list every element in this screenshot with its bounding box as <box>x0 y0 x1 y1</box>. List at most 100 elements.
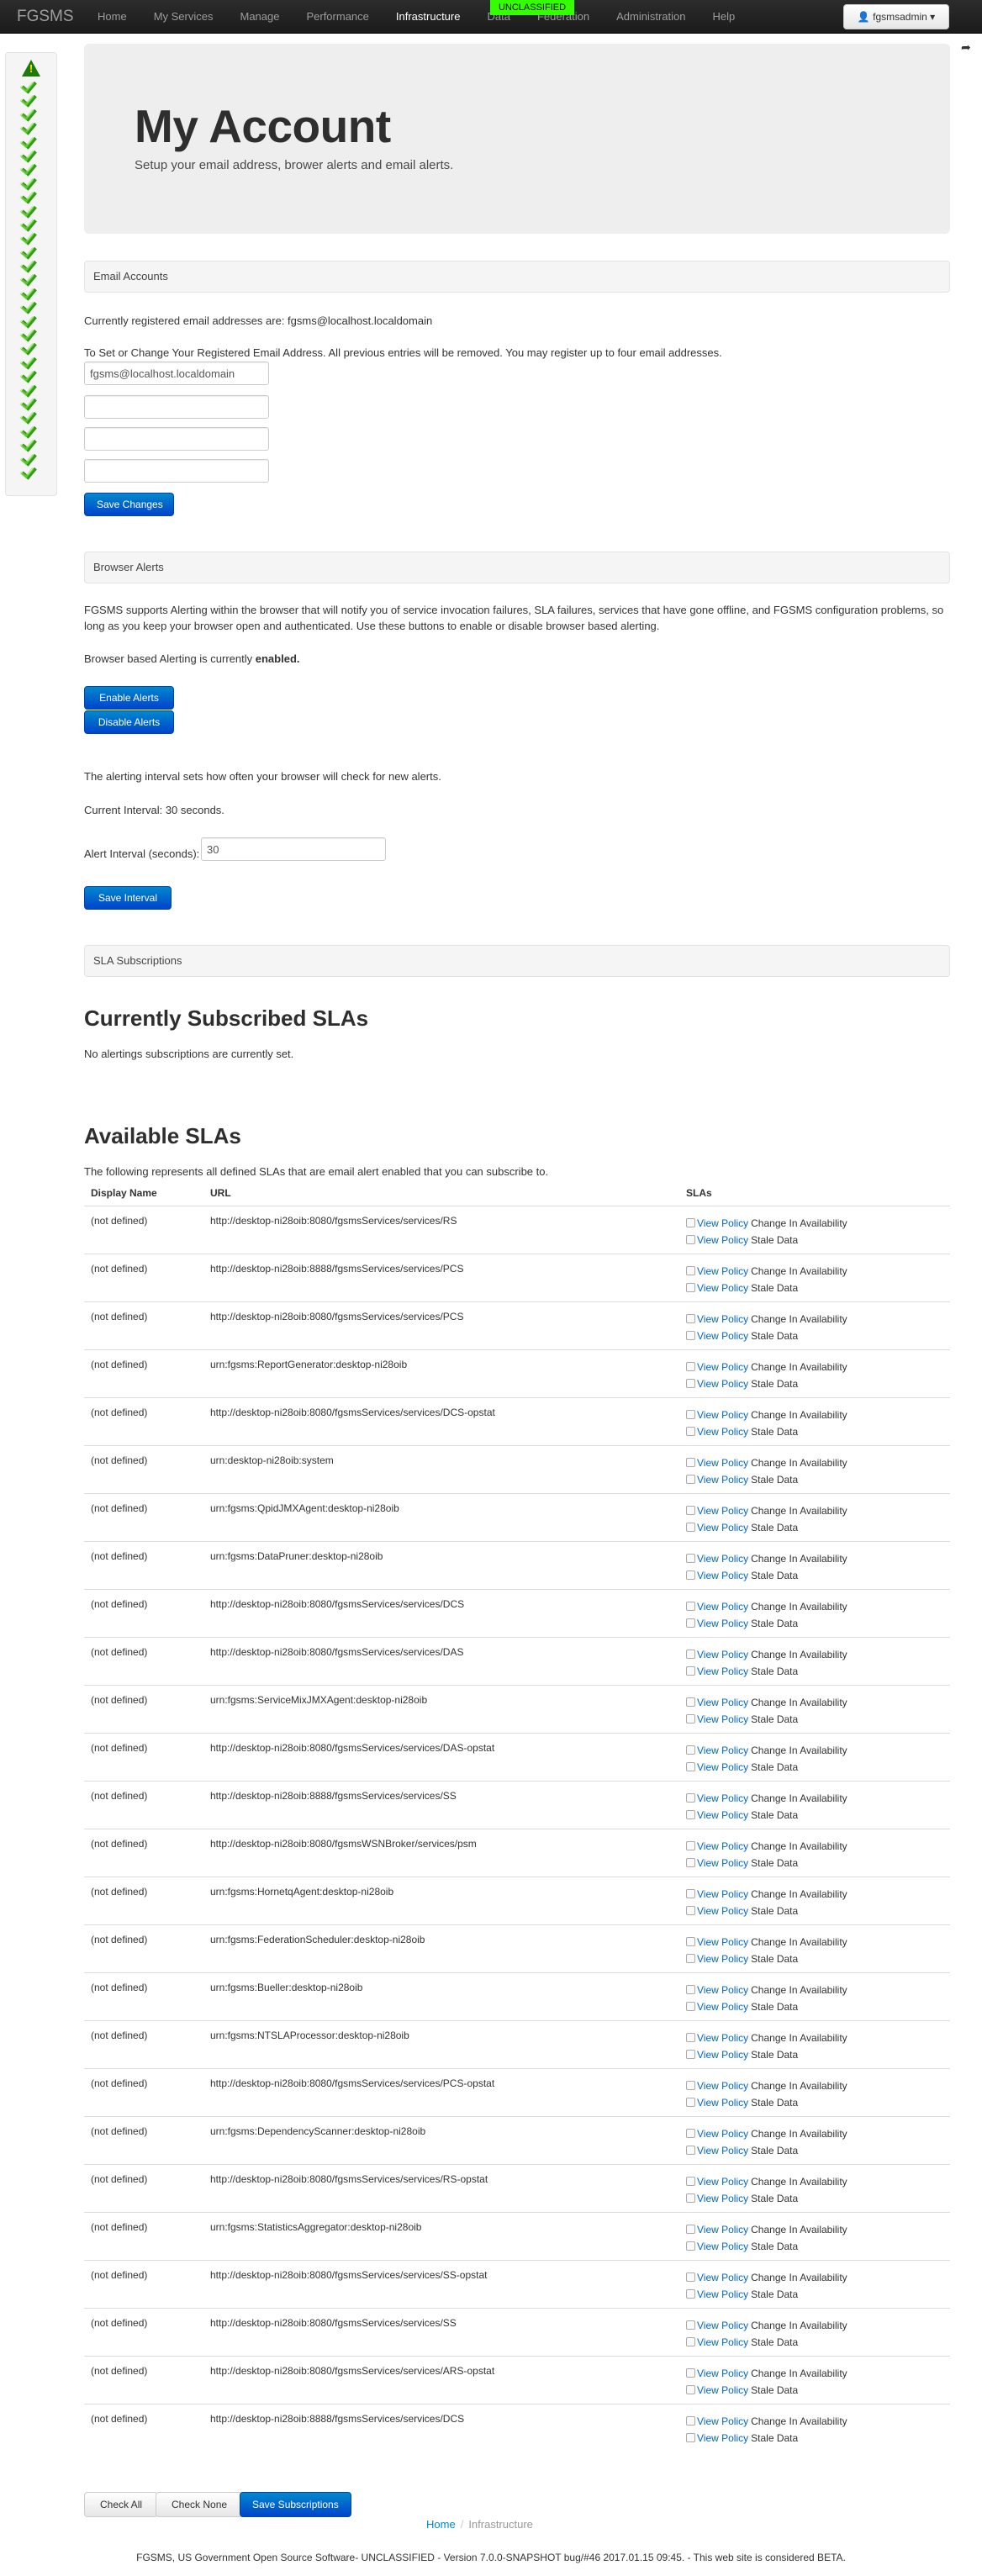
check-icon[interactable] <box>21 354 41 367</box>
nav-item-my-services[interactable]: My Services <box>140 0 227 34</box>
sla-checkbox[interactable] <box>686 2289 695 2299</box>
sla-checkbox[interactable] <box>686 1218 695 1227</box>
view-policy-link[interactable]: View Policy <box>697 2125 748 2142</box>
sla-checkbox[interactable] <box>686 1570 695 1580</box>
sla-checkbox[interactable] <box>686 2416 695 2426</box>
view-policy-link[interactable]: View Policy <box>697 1742 748 1759</box>
check-icon[interactable] <box>21 382 41 395</box>
sla-checkbox[interactable] <box>686 2385 695 2394</box>
check-icon[interactable] <box>21 216 41 230</box>
sla-checkbox[interactable] <box>686 1458 695 1467</box>
sla-checkbox[interactable] <box>686 1954 695 1963</box>
view-policy-link[interactable]: View Policy <box>697 2190 748 2207</box>
check-icon[interactable] <box>21 298 41 312</box>
view-policy-link[interactable]: View Policy <box>697 1950 748 1967</box>
view-policy-link[interactable]: View Policy <box>697 1711 748 1728</box>
check-icon[interactable] <box>21 285 41 298</box>
sla-checkbox[interactable] <box>686 2368 695 2378</box>
sla-checkbox[interactable] <box>686 1362 695 1371</box>
nav-item-manage[interactable]: Manage <box>226 0 293 34</box>
view-policy-link[interactable]: View Policy <box>697 2317 748 2334</box>
nav-item-performance[interactable]: Performance <box>293 0 382 34</box>
view-policy-link[interactable]: View Policy <box>697 2030 748 2046</box>
sla-checkbox[interactable] <box>686 2433 695 2442</box>
email-field-4[interactable] <box>84 459 269 483</box>
check-icon[interactable] <box>21 244 41 257</box>
sla-checkbox[interactable] <box>686 2337 695 2346</box>
view-policy-link[interactable]: View Policy <box>697 1646 748 1663</box>
user-menu-button[interactable]: 👤 fgsmsadmin ▾ <box>843 4 949 29</box>
view-policy-link[interactable]: View Policy <box>697 1807 748 1824</box>
check-icon[interactable] <box>21 92 41 105</box>
check-icon[interactable] <box>21 271 41 284</box>
check-icon[interactable] <box>21 161 41 174</box>
check-none-button[interactable]: Check None <box>156 2492 244 2517</box>
check-icon[interactable] <box>21 367 41 381</box>
sla-checkbox[interactable] <box>686 1666 695 1676</box>
view-policy-link[interactable]: View Policy <box>697 1998 748 2015</box>
check-icon[interactable] <box>21 436 41 450</box>
check-icon[interactable] <box>21 451 41 464</box>
check-icon[interactable] <box>21 78 41 92</box>
view-policy-link[interactable]: View Policy <box>697 1886 748 1903</box>
sla-checkbox[interactable] <box>686 2050 695 2059</box>
share-icon[interactable]: ➦ <box>961 40 971 55</box>
view-policy-link[interactable]: View Policy <box>697 2430 748 2447</box>
check-icon[interactable] <box>21 395 41 409</box>
sla-checkbox[interactable] <box>686 1937 695 1946</box>
view-policy-link[interactable]: View Policy <box>697 1519 748 1536</box>
email-field-2[interactable] <box>84 395 269 419</box>
view-policy-link[interactable]: View Policy <box>697 1471 748 1488</box>
sla-checkbox[interactable] <box>686 2129 695 2138</box>
save-subscriptions-button[interactable]: Save Subscriptions <box>240 2492 351 2517</box>
check-icon[interactable] <box>21 203 41 216</box>
view-policy-link[interactable]: View Policy <box>697 2269 748 2286</box>
view-policy-link[interactable]: View Policy <box>697 2413 748 2430</box>
view-policy-link[interactable]: View Policy <box>697 1598 748 1615</box>
view-policy-link[interactable]: View Policy <box>697 1903 748 1919</box>
view-policy-link[interactable]: View Policy <box>697 2238 748 2255</box>
save-changes-button[interactable]: Save Changes <box>84 493 174 516</box>
view-policy-link[interactable]: View Policy <box>697 1454 748 1471</box>
view-policy-link[interactable]: View Policy <box>697 1359 748 1375</box>
check-icon[interactable] <box>21 188 41 202</box>
sla-checkbox[interactable] <box>686 2081 695 2090</box>
view-policy-link[interactable]: View Policy <box>697 1502 748 1519</box>
sla-checkbox[interactable] <box>686 2272 695 2282</box>
check-icon[interactable] <box>21 313 41 326</box>
sla-checkbox[interactable] <box>686 1602 695 1611</box>
sla-checkbox[interactable] <box>686 1523 695 1532</box>
view-policy-link[interactable]: View Policy <box>697 1982 748 1998</box>
sla-checkbox[interactable] <box>686 2177 695 2186</box>
sla-checkbox[interactable] <box>686 1410 695 1419</box>
sla-checkbox[interactable] <box>686 2193 695 2203</box>
view-policy-link[interactable]: View Policy <box>697 1280 748 1296</box>
sla-checkbox[interactable] <box>686 2098 695 2107</box>
view-policy-link[interactable]: View Policy <box>697 1790 748 1807</box>
sla-checkbox[interactable] <box>686 1427 695 1436</box>
view-policy-link[interactable]: View Policy <box>697 1328 748 1344</box>
view-policy-link[interactable]: View Policy <box>697 1663 748 1680</box>
sla-checkbox[interactable] <box>686 1985 695 1994</box>
sla-checkbox[interactable] <box>686 1745 695 1755</box>
view-policy-link[interactable]: View Policy <box>697 1423 748 1440</box>
sla-checkbox[interactable] <box>686 1810 695 1819</box>
check-icon[interactable] <box>21 464 41 478</box>
view-policy-link[interactable]: View Policy <box>697 1232 748 1248</box>
sla-checkbox[interactable] <box>686 1618 695 1628</box>
sla-checkbox[interactable] <box>686 1793 695 1803</box>
sla-checkbox[interactable] <box>686 1841 695 1850</box>
brand-logo[interactable]: FGSMS <box>17 0 74 34</box>
sla-checkbox[interactable] <box>686 1889 695 1898</box>
sla-checkbox[interactable] <box>686 2033 695 2042</box>
view-policy-link[interactable]: View Policy <box>697 1855 748 1871</box>
disable-alerts-button[interactable]: Disable Alerts <box>84 710 174 734</box>
sla-checkbox[interactable] <box>686 2241 695 2251</box>
check-icon[interactable] <box>21 326 41 340</box>
view-policy-link[interactable]: View Policy <box>697 1407 748 1423</box>
view-policy-link[interactable]: View Policy <box>697 2286 748 2303</box>
sla-checkbox[interactable] <box>686 1858 695 1867</box>
nav-item-administration[interactable]: Administration <box>603 0 699 34</box>
view-policy-link[interactable]: View Policy <box>697 2142 748 2159</box>
check-icon[interactable] <box>21 175 41 188</box>
